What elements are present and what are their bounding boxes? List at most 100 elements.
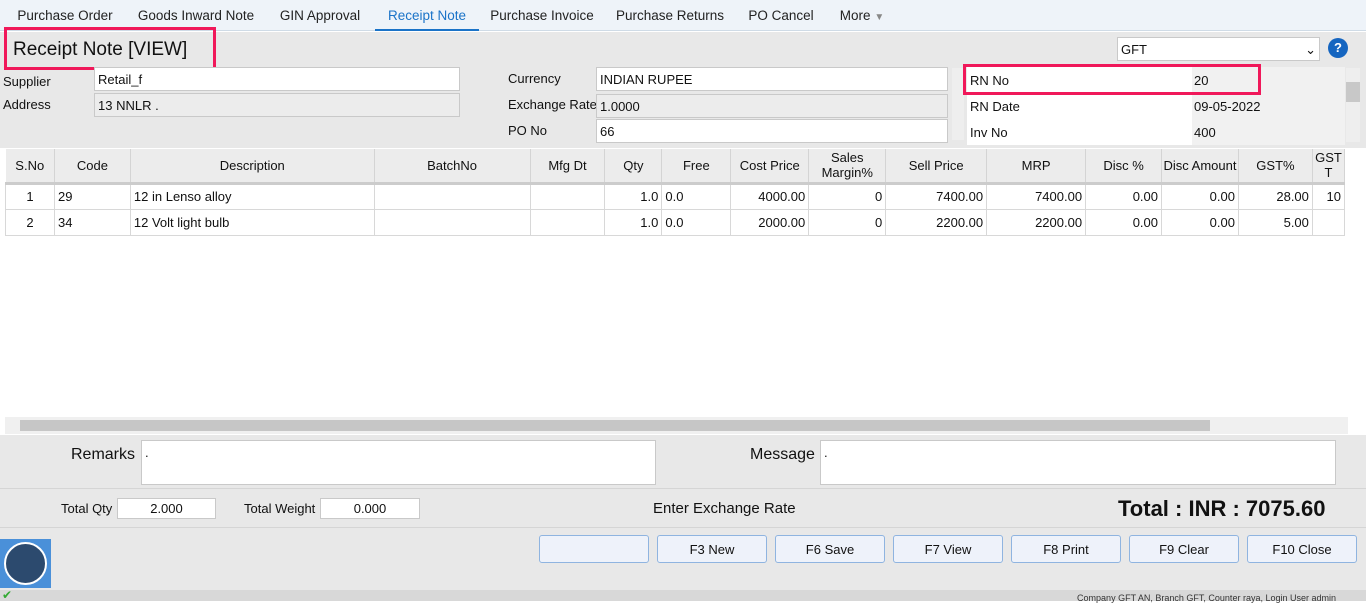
table-cell[interactable]: 12 in Lenso alloy xyxy=(129,182,375,210)
table-cell[interactable] xyxy=(373,182,531,210)
tab-more[interactable]: More ▼ xyxy=(832,0,892,31)
table-cell[interactable]: 29 xyxy=(53,182,131,210)
scroll-thumb[interactable] xyxy=(20,420,1210,431)
exchange-rate-field[interactable]: 1.0000 xyxy=(596,94,948,118)
table-cell[interactable]: 0 xyxy=(808,182,887,210)
address-field[interactable]: 13 NNLR . xyxy=(94,93,460,117)
tab-purchase-returns[interactable]: Purchase Returns xyxy=(608,0,732,31)
chevron-down-icon: ⌄ xyxy=(1305,42,1316,57)
table-cell[interactable]: 1.0 xyxy=(604,182,663,210)
column-header[interactable]: BatchNo xyxy=(374,149,531,185)
table-cell[interactable]: 0.00 xyxy=(1085,208,1163,236)
total-qty-label: Total Qty xyxy=(61,501,113,516)
column-header[interactable]: Disc % xyxy=(1085,149,1163,185)
table-cell[interactable]: 0 xyxy=(808,208,887,236)
rn-date-label: RN Date xyxy=(970,99,1020,114)
table-cell[interactable]: 34 xyxy=(53,208,131,236)
currency-field[interactable]: INDIAN RUPEE xyxy=(596,67,948,91)
inv-no-label: Inv No xyxy=(970,125,1008,140)
table-cell[interactable] xyxy=(373,208,531,236)
tab-gin-approval[interactable]: GIN Approval xyxy=(270,0,370,31)
address-label: Address xyxy=(3,97,51,112)
table-cell[interactable]: 0.0 xyxy=(661,182,732,210)
table-cell[interactable]: 5.00 xyxy=(1237,208,1313,236)
grand-total: Total : INR : 7075.60 xyxy=(1118,496,1326,521)
column-header[interactable]: Free xyxy=(661,149,732,185)
table-cell[interactable]: 10 xyxy=(1311,182,1346,210)
supplier-field[interactable]: Retail_f xyxy=(94,67,460,91)
support-avatar[interactable] xyxy=(0,539,51,588)
save-button[interactable]: F6 Save xyxy=(775,535,885,563)
remarks-textarea[interactable]: . xyxy=(141,440,656,485)
po-no-label: PO No xyxy=(508,123,548,138)
scroll-thumb[interactable] xyxy=(1346,82,1360,102)
rn-date-value: 09-05-2022 xyxy=(1194,99,1261,114)
status-text: Company GFT AN, Branch GFT, Counter raya… xyxy=(1077,593,1336,603)
grid-horizontal-scrollbar[interactable] xyxy=(5,417,1348,434)
table-cell[interactable] xyxy=(529,182,606,210)
table-cell[interactable]: 12 Volt light bulb xyxy=(129,208,375,236)
tab-receipt-note[interactable]: Receipt Note xyxy=(375,0,479,31)
table-cell[interactable]: 1.0 xyxy=(604,208,663,236)
table-cell[interactable]: 0.00 xyxy=(1085,182,1163,210)
branch-select[interactable]: GFT ⌄ xyxy=(1117,37,1320,61)
column-header[interactable]: Mfg Dt xyxy=(530,149,606,185)
column-header[interactable]: Description xyxy=(130,149,375,185)
column-header[interactable]: Disc Amount xyxy=(1161,149,1239,185)
more-label: More xyxy=(839,8,871,23)
table-cell[interactable]: 0.0 xyxy=(661,208,732,236)
column-header[interactable]: Code xyxy=(54,149,131,185)
print-button[interactable]: F8 Print xyxy=(1011,535,1121,563)
blank-button[interactable] xyxy=(539,535,649,563)
rn-scrollbar[interactable] xyxy=(1346,68,1360,142)
items-grid: S.No Code Description BatchNo Mfg Dt Qty Free C… xyxy=(5,149,1346,236)
check-icon: ✔ xyxy=(2,588,13,602)
table-cell[interactable]: 0.00 xyxy=(1161,208,1239,236)
table-cell[interactable]: 2 xyxy=(5,208,55,236)
table-cell[interactable] xyxy=(529,208,606,236)
table-cell[interactable]: 4000.00 xyxy=(730,182,810,210)
close-button[interactable]: F10 Close xyxy=(1247,535,1357,563)
po-no-field[interactable]: 66 xyxy=(596,119,948,143)
tab-po-cancel[interactable]: PO Cancel xyxy=(740,0,822,31)
total-qty-field: 2.000 xyxy=(117,498,216,519)
table-cell[interactable]: 7400.00 xyxy=(885,182,988,210)
column-header[interactable]: GST% xyxy=(1238,149,1313,185)
supplier-label: Supplier xyxy=(3,74,51,89)
rn-no-value: 20 xyxy=(1194,73,1209,88)
table-row[interactable]: 2 34 12 Volt light bulb 1.0 0.0 2000.00 0 2200.… xyxy=(5,208,1346,236)
remarks-label: Remarks xyxy=(71,446,136,463)
clear-button[interactable]: F9 Clear xyxy=(1129,535,1239,563)
table-cell[interactable]: 2000.00 xyxy=(730,208,810,236)
table-cell[interactable]: 2200.00 xyxy=(885,208,988,236)
column-header[interactable]: Cost Price xyxy=(730,149,810,185)
status-bar: ✔ Company GFT AN, Branch GFT, Counter ray… xyxy=(0,588,1366,603)
table-cell[interactable]: 7400.00 xyxy=(986,182,1087,210)
column-header[interactable]: Sell Price xyxy=(885,149,988,185)
caret-down-icon: ▼ xyxy=(874,12,885,23)
new-button[interactable]: F3 New xyxy=(657,535,767,563)
help-icon[interactable]: ? xyxy=(1328,38,1348,58)
message-label: Message xyxy=(750,446,815,463)
total-weight-field: 0.000 xyxy=(320,498,420,519)
hint-text: Enter Exchange Rate xyxy=(653,500,796,517)
column-header[interactable]: S.No xyxy=(5,149,55,185)
message-textarea[interactable]: . xyxy=(820,440,1336,485)
table-row[interactable]: 1 29 12 in Lenso alloy 1.0 0.0 4000.00 0 7400.0… xyxy=(5,182,1346,210)
branch-value: GFT xyxy=(1121,42,1147,57)
rn-no-label: RN No xyxy=(970,73,1010,88)
exchange-rate-label: Exchange Rate xyxy=(508,97,597,112)
column-header[interactable]: Sales Margin% xyxy=(808,149,887,185)
column-header[interactable]: Qty xyxy=(604,149,663,185)
table-cell[interactable]: 0.00 xyxy=(1161,182,1239,210)
tab-purchase-invoice[interactable]: Purchase Invoice xyxy=(484,0,600,31)
view-button[interactable]: F7 View xyxy=(893,535,1003,563)
table-cell[interactable] xyxy=(1311,208,1346,236)
table-cell[interactable]: 28.00 xyxy=(1237,182,1313,210)
column-header[interactable]: GST T xyxy=(1312,149,1346,185)
inv-no-value: 400 xyxy=(1194,125,1216,140)
currency-label: Currency xyxy=(508,71,561,86)
table-cell[interactable]: 1 xyxy=(5,182,55,210)
column-header[interactable]: MRP xyxy=(986,149,1087,185)
table-cell[interactable]: 2200.00 xyxy=(986,208,1087,236)
